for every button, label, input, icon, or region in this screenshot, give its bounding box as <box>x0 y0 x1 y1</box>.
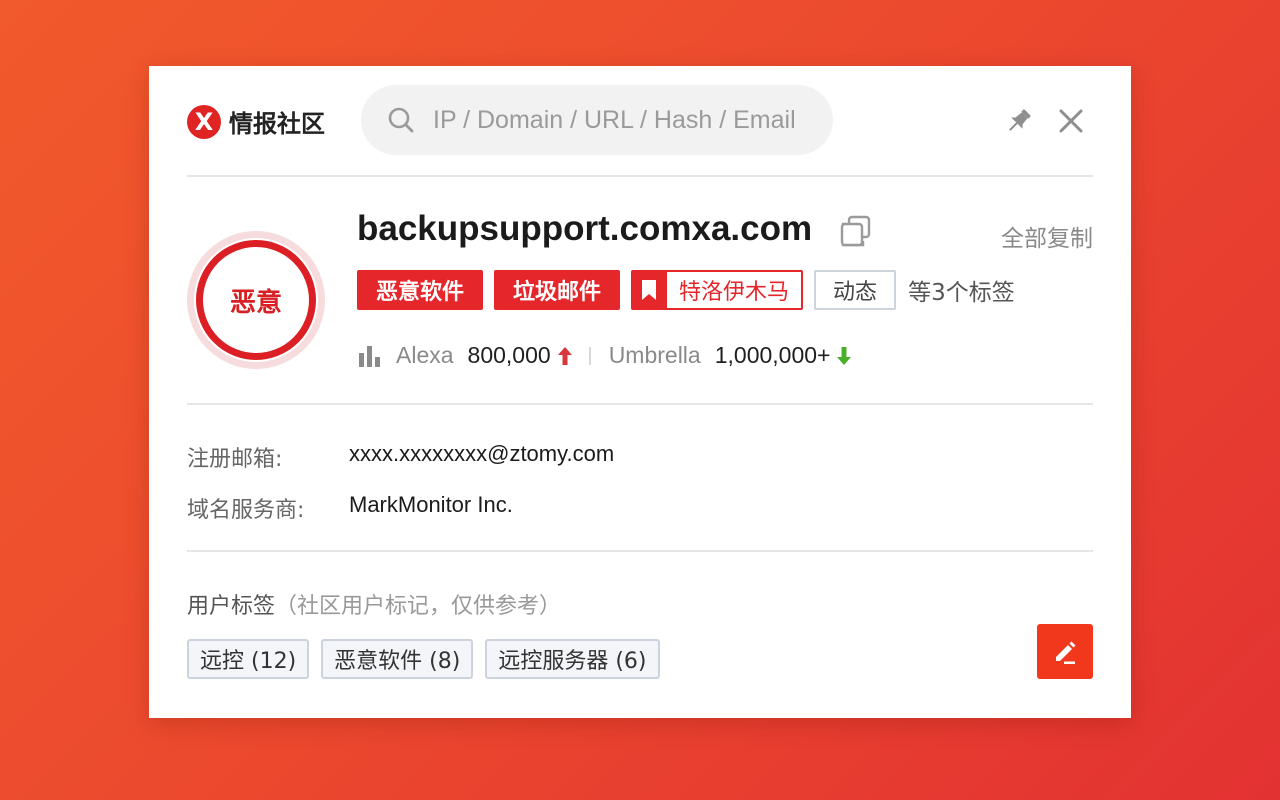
whois-divider <box>187 550 1093 552</box>
edit-tags-button[interactable] <box>1037 624 1093 679</box>
alexa-label: Alexa <box>396 342 454 368</box>
arrow-up-icon <box>557 346 572 365</box>
rank-separator <box>588 346 591 365</box>
verdict-label: 恶意 <box>196 240 316 360</box>
search-bar[interactable] <box>361 85 833 155</box>
result-divider <box>187 403 1093 405</box>
user-tags-list: 远控 (12) 恶意软件 (8) 远控服务器 (6) <box>187 639 672 679</box>
whois-email-row: 注册邮箱: xxxx.xxxxxxxx@ztomy.com <box>187 441 614 473</box>
whois-registrar-row: 域名服务商: MarkMonitor Inc. <box>187 492 513 524</box>
logo-x-icon: X <box>187 104 221 139</box>
more-tags-link[interactable]: 等3个标签 <box>908 273 1015 307</box>
tag-dynamic[interactable]: 动态 <box>814 270 897 310</box>
email-value: xxxx.xxxxxxxx@ztomy.com <box>349 441 615 466</box>
copy-all-button[interactable]: 全部复制 <box>1001 219 1093 253</box>
tag-trojan[interactable]: 特洛伊木马 <box>631 270 804 310</box>
umbrella-label: Umbrella <box>608 342 701 368</box>
user-tags-title: 用户标签（社区用户标记，仅供参考） <box>187 588 561 620</box>
pin-icon[interactable] <box>1004 106 1034 136</box>
threat-intel-card: X 情报社区 恶意 backupsupport.comxa.com 全部复制 恶… <box>149 66 1131 718</box>
search-icon <box>388 107 414 133</box>
bookmark-icon <box>633 272 668 308</box>
umbrella-rank: 1,000,000+ <box>714 342 831 368</box>
search-input[interactable] <box>433 105 813 135</box>
header-divider <box>187 175 1093 177</box>
user-tag-remote-control[interactable]: 远控 (12) <box>187 639 310 679</box>
alexa-rank: 800,000 <box>467 342 551 368</box>
registrar-value: MarkMonitor Inc. <box>349 492 513 517</box>
close-icon[interactable] <box>1056 106 1086 136</box>
copy-icon[interactable] <box>839 214 873 248</box>
user-tag-c2-server[interactable]: 远控服务器 (6) <box>485 639 660 679</box>
logo-text: 情报社区 <box>229 110 325 138</box>
domain-name: backupsupport.comxa.com <box>357 209 813 248</box>
bar-chart-icon <box>359 345 380 367</box>
rank-info: Alexa 800,000 Umbrella 1,000,000+ <box>358 342 852 369</box>
user-tags-heading: 用户标签 <box>187 594 276 619</box>
user-tags-hint: （社区用户标记，仅供参考） <box>275 594 562 619</box>
registrar-label: 域名服务商: <box>187 498 305 523</box>
arrow-down-icon <box>837 346 852 365</box>
verdict-badge: 恶意 <box>187 231 325 369</box>
email-label: 注册邮箱: <box>187 447 283 472</box>
tag-malware[interactable]: 恶意软件 <box>357 270 484 310</box>
threat-tags: 恶意软件 垃圾邮件 特洛伊木马 动态 等3个标签 <box>357 270 1015 310</box>
tag-trojan-label: 特洛伊木马 <box>679 280 790 305</box>
logo[interactable]: X 情报社区 <box>187 104 325 139</box>
pencil-icon <box>1056 641 1076 664</box>
user-tag-malware[interactable]: 恶意软件 (8) <box>321 639 474 679</box>
tag-spam[interactable]: 垃圾邮件 <box>494 270 621 310</box>
